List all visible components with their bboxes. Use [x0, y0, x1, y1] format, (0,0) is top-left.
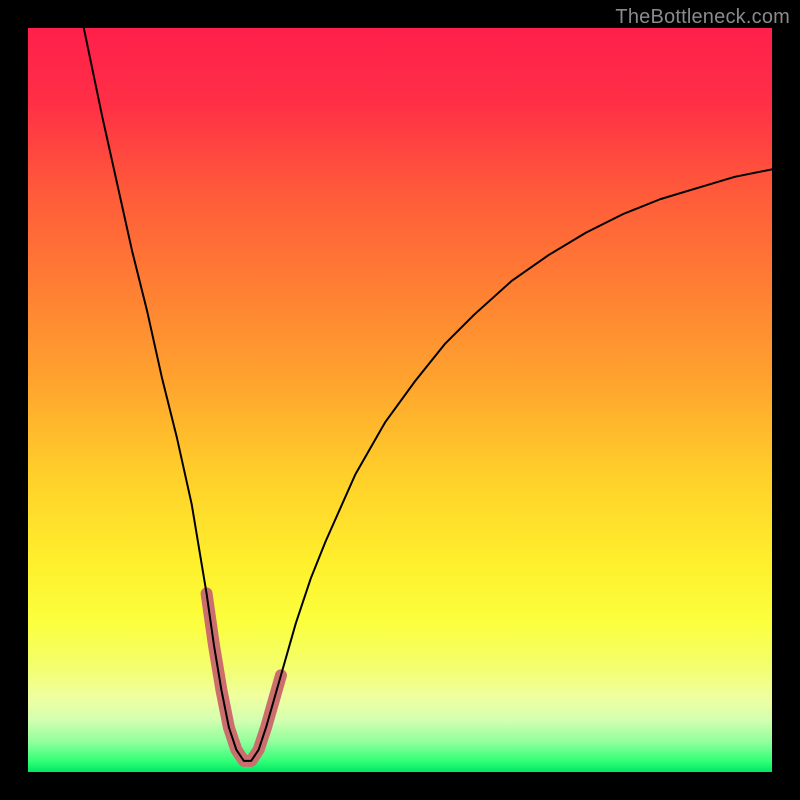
chart-frame: TheBottleneck.com	[0, 0, 800, 800]
plot-area	[28, 28, 772, 772]
bottleneck-curve	[84, 28, 772, 761]
curves-layer	[28, 28, 772, 772]
watermark-text: TheBottleneck.com	[615, 6, 790, 29]
sweet-spot-highlight	[207, 593, 281, 760]
